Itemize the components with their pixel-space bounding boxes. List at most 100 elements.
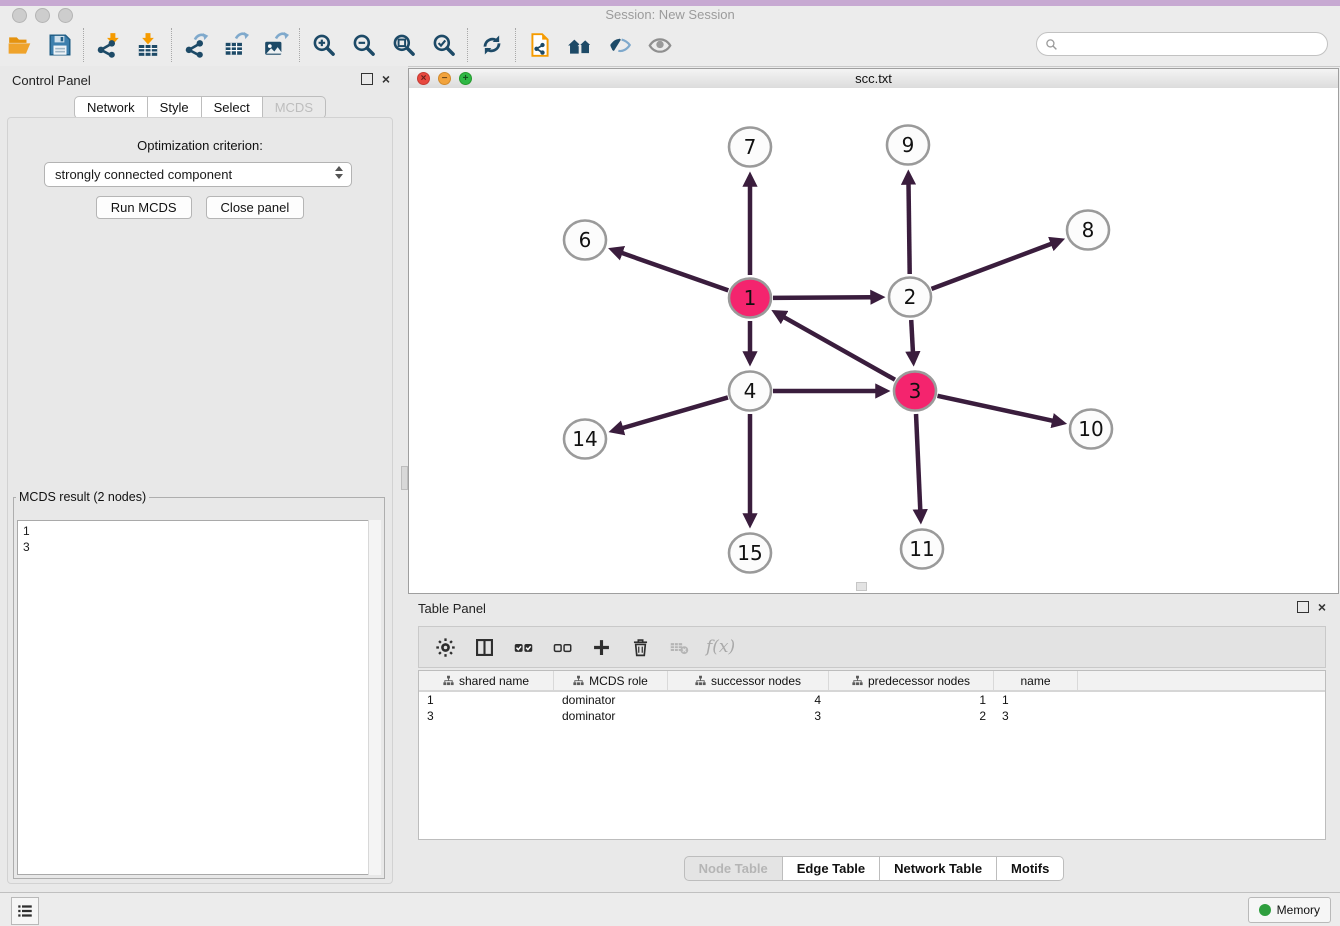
tab-style[interactable]: Style [148, 96, 202, 119]
network-bottom-grip[interactable] [856, 582, 867, 591]
table-cell[interactable]: 3 [419, 708, 554, 724]
edge-3-11[interactable] [916, 414, 920, 510]
gear-icon[interactable] [433, 635, 457, 659]
graph-node-label: 7 [744, 135, 757, 159]
memory-status-icon [1259, 904, 1271, 916]
run-mcds-button[interactable]: Run MCDS [96, 196, 192, 219]
function-builder-icon: f(x) [706, 637, 735, 657]
search-box[interactable] [1036, 32, 1328, 56]
table-cell[interactable]: 1 [829, 692, 994, 708]
save-session-icon[interactable] [40, 27, 80, 63]
table-cell[interactable]: 3 [994, 708, 1078, 724]
table-cell[interactable]: 3 [668, 708, 829, 724]
table-cell[interactable]: 1 [419, 692, 554, 708]
column-header-shared-name[interactable]: shared name [419, 671, 554, 690]
table-cell[interactable]: 1 [994, 692, 1078, 708]
toolbar-separator [171, 28, 173, 62]
split-columns-icon[interactable] [472, 635, 496, 659]
graph-node-label: 1 [744, 286, 757, 310]
edge-2-8[interactable] [932, 244, 1052, 289]
table-cell[interactable]: 2 [829, 708, 994, 724]
float-table-panel-icon[interactable] [1297, 601, 1309, 613]
zoom-fit-icon[interactable] [384, 27, 424, 63]
zoom-out-icon[interactable] [344, 27, 384, 63]
zoom-in-icon[interactable] [304, 27, 344, 63]
close-panel-icon[interactable]: × [382, 74, 390, 84]
tab-network[interactable]: Network [74, 96, 148, 119]
new-network-from-selection-icon[interactable] [520, 27, 560, 63]
graph-node-label: 14 [572, 427, 597, 451]
criterion-value: strongly connected component [55, 167, 232, 182]
table-cell[interactable]: 4 [668, 692, 829, 708]
dropdown-stepper-icon [335, 166, 343, 179]
edge-2-3[interactable] [911, 320, 913, 352]
mcds-result-group: MCDS result (2 nodes) 1 3 [13, 490, 385, 879]
edge-1-2[interactable] [773, 297, 871, 298]
delete-column-icon[interactable] [628, 635, 652, 659]
edge-2-9[interactable] [909, 184, 910, 274]
toolbar-separator [467, 28, 469, 62]
tab-select[interactable]: Select [202, 96, 263, 119]
network-window-titlebar[interactable]: × − + scc.txt [409, 69, 1338, 89]
mcds-result-text[interactable]: 1 3 [17, 520, 381, 875]
show-eye-icon[interactable] [640, 27, 680, 63]
edge-3-1[interactable] [784, 317, 895, 380]
column-header-predecessor-nodes[interactable]: predecessor nodes [829, 671, 994, 690]
tab-edge-table[interactable]: Edge Table [783, 856, 880, 881]
network-canvas[interactable]: 1234678910111415 [409, 88, 1338, 593]
tab-network-table[interactable]: Network Table [880, 856, 997, 881]
criterion-dropdown[interactable]: strongly connected component [44, 162, 352, 187]
float-panel-icon[interactable] [361, 73, 373, 85]
node-table: shared nameMCDS rolesuccessor nodesprede… [418, 670, 1326, 840]
import-table-icon[interactable] [128, 27, 168, 63]
table-row[interactable]: 1dominator411 [419, 692, 1325, 708]
edge-1-6[interactable] [622, 253, 729, 290]
application-window: Session: New Session [0, 0, 1340, 926]
hierarchy-icon [573, 675, 584, 686]
deselect-all-checkboxes-icon[interactable] [550, 635, 574, 659]
column-header-name[interactable]: name [994, 671, 1078, 690]
select-all-checkboxes-icon[interactable] [511, 635, 535, 659]
zoom-selected-icon[interactable] [424, 27, 464, 63]
memory-label: Memory [1277, 903, 1320, 917]
hierarchy-icon [443, 675, 454, 686]
task-history-button[interactable] [11, 897, 39, 925]
graph-node-label: 15 [737, 541, 762, 565]
vertical-splitter[interactable] [400, 66, 408, 892]
hierarchy-icon [695, 675, 706, 686]
tab-mcds[interactable]: MCDS [263, 96, 326, 119]
table-header-row: shared nameMCDS rolesuccessor nodesprede… [419, 671, 1325, 692]
add-column-icon[interactable] [589, 635, 613, 659]
table-panel-title: Table Panel [418, 601, 486, 616]
hide-graphics-details-icon[interactable] [600, 27, 640, 63]
search-icon [1045, 38, 1058, 51]
first-neighbors-icon[interactable] [560, 27, 600, 63]
export-image-icon[interactable] [256, 27, 296, 63]
splitter-grip[interactable] [401, 466, 408, 490]
toolbar-separator [299, 28, 301, 62]
close-panel-button[interactable]: Close panel [206, 196, 305, 219]
graph-node-label: 11 [909, 537, 934, 561]
tab-motifs[interactable]: Motifs [997, 856, 1064, 881]
export-table-icon[interactable] [216, 27, 256, 63]
toolbar-separator [83, 28, 85, 62]
edge-4-14[interactable] [622, 397, 727, 428]
network-graph[interactable]: 1234678910111415 [409, 88, 1338, 593]
network-window-title: scc.txt [409, 71, 1338, 86]
export-network-icon[interactable] [176, 27, 216, 63]
refresh-layout-icon[interactable] [472, 27, 512, 63]
open-file-icon[interactable] [0, 27, 40, 63]
table-panel: Table Panel × [408, 594, 1340, 892]
close-table-panel-icon[interactable]: × [1318, 602, 1326, 612]
table-cell[interactable]: dominator [554, 692, 668, 708]
tab-node-table[interactable]: Node Table [684, 856, 783, 881]
edge-3-10[interactable] [937, 396, 1052, 421]
column-header-successor-nodes[interactable]: successor nodes [668, 671, 829, 690]
search-input[interactable] [1063, 36, 1319, 52]
memory-button[interactable]: Memory [1248, 897, 1331, 923]
column-header-MCDS-role[interactable]: MCDS role [554, 671, 668, 690]
table-row[interactable]: 3dominator323 [419, 708, 1325, 724]
result-scrollbar[interactable] [368, 520, 381, 875]
table-cell[interactable]: dominator [554, 708, 668, 724]
import-network-icon[interactable] [88, 27, 128, 63]
